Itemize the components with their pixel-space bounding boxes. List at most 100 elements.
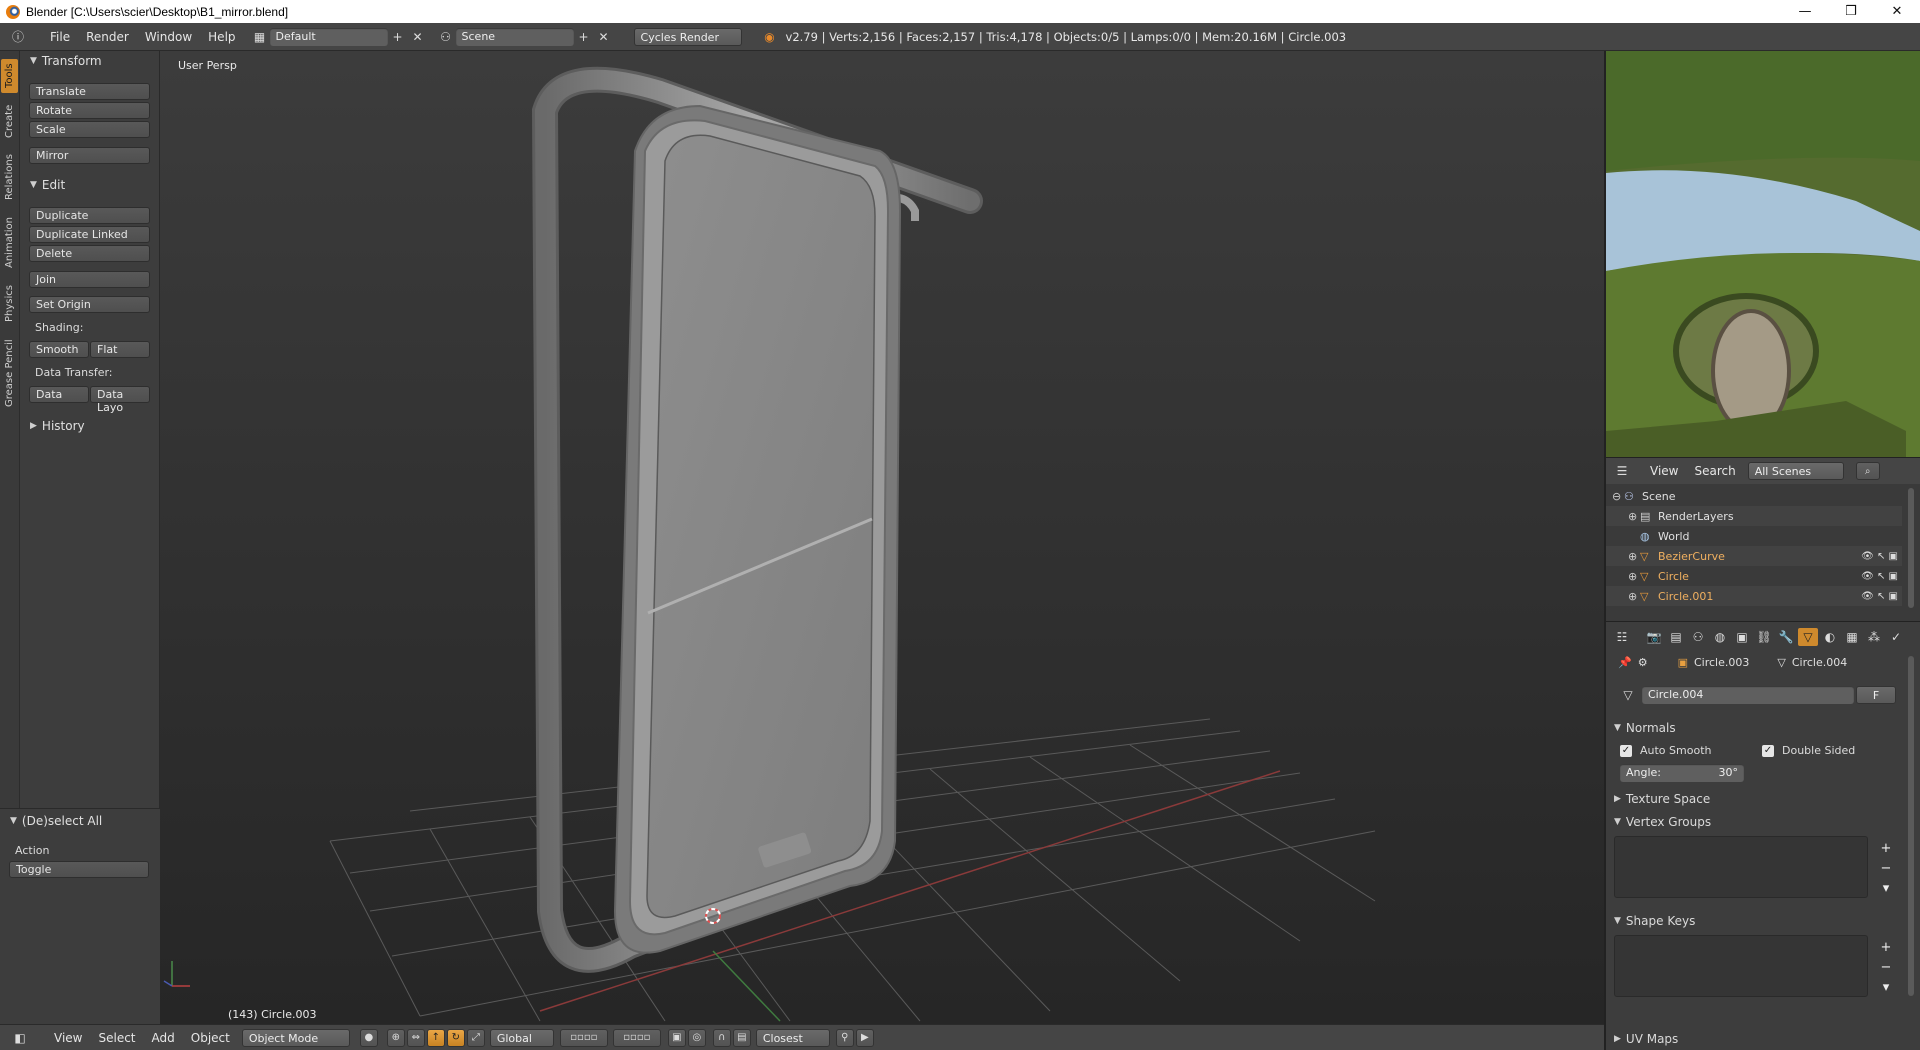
close-button[interactable]: ✕ xyxy=(1874,0,1920,23)
snap-target-dropdown[interactable]: Closest xyxy=(755,1028,830,1047)
outliner-item-world[interactable]: ◍ World xyxy=(1606,526,1902,546)
properties-editor-icon[interactable]: ☷ xyxy=(1612,628,1632,646)
texture-space-panel-header[interactable]: ▶ Texture Space xyxy=(1614,789,1710,809)
duplicate-linked-button[interactable]: Duplicate Linked xyxy=(29,226,150,243)
pin-icon[interactable]: 📌 xyxy=(1618,656,1632,669)
mode-dropdown[interactable]: Object Mode xyxy=(241,1028,350,1047)
normals-panel-header[interactable]: ▼ Normals xyxy=(1614,718,1676,738)
proportional-edit-icon[interactable]: ◎ xyxy=(687,1028,706,1047)
shape-keys-panel-header[interactable]: ▼ Shape Keys xyxy=(1614,911,1695,931)
render-tab-icon[interactable]: 📷 xyxy=(1644,628,1664,646)
outliner-menu-view[interactable]: View xyxy=(1642,464,1686,478)
translate-manipulator-icon[interactable]: ↑ xyxy=(426,1028,445,1047)
edit-panel-header[interactable]: ▼ Edit xyxy=(20,175,65,195)
rotate-button[interactable]: Rotate xyxy=(29,102,150,119)
action-dropdown[interactable]: Toggle xyxy=(9,861,149,878)
tab-create[interactable]: Create xyxy=(1,99,18,143)
delete-button[interactable]: Delete xyxy=(29,245,150,262)
screen-layout-field[interactable]: Default xyxy=(269,27,388,46)
world-tab-icon[interactable]: ◍ xyxy=(1710,628,1730,646)
editor-type-icon[interactable]: ◧ xyxy=(10,1029,30,1047)
reference-image-panel[interactable] xyxy=(1606,51,1920,457)
menu-render[interactable]: Render xyxy=(78,30,137,44)
vertex-groups-panel-header[interactable]: ▼ Vertex Groups xyxy=(1614,812,1711,832)
viewport-shading-icon[interactable]: ● xyxy=(359,1028,378,1047)
translate-button[interactable]: Translate xyxy=(29,83,150,100)
render-animation-icon[interactable]: ▶ xyxy=(855,1028,874,1047)
outliner-item-scene[interactable]: ⊖ ⚇ Scene xyxy=(1606,486,1902,506)
menu-window[interactable]: Window xyxy=(137,30,200,44)
constraints-tab-icon[interactable]: ⛓ xyxy=(1754,628,1774,646)
menu-object[interactable]: Object xyxy=(183,1031,238,1045)
add-shape-key-icon[interactable]: + xyxy=(1878,939,1894,955)
remove-scene-icon[interactable]: ✕ xyxy=(594,28,614,46)
maximize-button[interactable]: ❒ xyxy=(1828,0,1874,23)
menu-add[interactable]: Add xyxy=(144,1031,183,1045)
manipulator-toggle-icon[interactable]: ⇔ xyxy=(406,1028,425,1047)
set-origin-dropdown[interactable]: Set Origin xyxy=(29,296,150,313)
object-tab-icon[interactable]: ▣ xyxy=(1732,628,1752,646)
lock-layers-icon[interactable]: ▣ xyxy=(667,1028,686,1047)
outliner-item-beziercurve[interactable]: ⊕ ▽ BezierCurve 👁 ↖ ▣ xyxy=(1606,546,1902,566)
operator-panel-header[interactable]: ▼ (De)select All xyxy=(0,811,102,831)
tab-tools[interactable]: Tools xyxy=(1,59,18,93)
layers-row-2-icon[interactable]: ▫▫▫▫ xyxy=(612,1028,661,1047)
datablock-name-field[interactable]: Circle.004 xyxy=(1642,686,1854,704)
outliner-menu-search[interactable]: Search xyxy=(1686,464,1743,478)
scene-tab-icon[interactable]: ⚇ xyxy=(1688,628,1708,646)
add-scene-icon[interactable]: + xyxy=(574,28,594,46)
vertex-group-specials-icon[interactable]: ▾ xyxy=(1878,880,1894,896)
add-vertex-group-icon[interactable]: + xyxy=(1878,840,1894,856)
join-button[interactable]: Join xyxy=(29,271,150,288)
visibility-eye-icon[interactable]: 👁 ↖ ▣ xyxy=(1861,571,1898,582)
tab-physics[interactable]: Physics xyxy=(1,281,18,327)
info-editor-icon[interactable]: ⓘ xyxy=(8,28,28,46)
outliner-item-renderlayers[interactable]: ⊕ ▤ RenderLayers xyxy=(1606,506,1902,526)
smooth-button[interactable]: Smooth xyxy=(29,341,89,358)
uv-maps-panel-header[interactable]: ▶ UV Maps xyxy=(1614,1029,1678,1049)
auto-smooth-checkbox[interactable]: ✓ Auto Smooth xyxy=(1620,744,1711,757)
duplicate-button[interactable]: Duplicate xyxy=(29,207,150,224)
render-layers-tab-icon[interactable]: ▤ xyxy=(1666,628,1686,646)
outliner-item-circle[interactable]: ⊕ ▽ Circle 👁 ↖ ▣ xyxy=(1606,566,1902,586)
transform-orientation-dropdown[interactable]: Global xyxy=(489,1028,554,1047)
expand-toggle-icon[interactable]: ⊕ xyxy=(1628,590,1640,603)
snap-element-icon[interactable]: ▤ xyxy=(732,1028,751,1047)
scene-field[interactable]: Scene xyxy=(455,27,574,46)
mesh-browse-icon[interactable]: ▽ xyxy=(1618,686,1638,704)
flat-button[interactable]: Flat xyxy=(90,341,150,358)
snap-icon[interactable]: ∩ xyxy=(712,1028,731,1047)
material-tab-icon[interactable]: ◐ xyxy=(1820,628,1840,646)
menu-view[interactable]: View xyxy=(46,1031,90,1045)
rotate-manipulator-icon[interactable]: ↻ xyxy=(446,1028,465,1047)
tab-animation[interactable]: Animation xyxy=(1,211,18,275)
history-panel-header[interactable]: ▶ History xyxy=(20,416,85,436)
particles-tab-icon[interactable]: ⁂ xyxy=(1864,628,1884,646)
scale-manipulator-icon[interactable]: ⤢ xyxy=(466,1028,485,1047)
outliner-item-circle-001[interactable]: ⊕ ▽ Circle.001 👁 ↖ ▣ xyxy=(1606,586,1902,606)
menu-file[interactable]: File xyxy=(42,30,78,44)
data-layout-button[interactable]: Data Layo xyxy=(90,386,150,414)
menu-select[interactable]: Select xyxy=(90,1031,143,1045)
shape-key-specials-icon[interactable]: ▾ xyxy=(1878,979,1894,995)
vertex-groups-list[interactable] xyxy=(1614,836,1868,898)
properties-scrollbar[interactable] xyxy=(1908,656,1914,996)
expand-toggle-icon[interactable]: ⊕ xyxy=(1628,550,1640,563)
double-sided-checkbox[interactable]: ✓ Double Sided xyxy=(1762,744,1855,757)
angle-field[interactable]: Angle: 30° xyxy=(1620,764,1744,782)
mirror-button[interactable]: Mirror xyxy=(29,147,150,164)
fake-user-button[interactable]: F xyxy=(1856,686,1896,704)
visibility-eye-icon[interactable]: 👁 ↖ ▣ xyxy=(1861,551,1898,562)
remove-shape-key-icon[interactable]: − xyxy=(1878,959,1894,975)
texture-tab-icon[interactable]: ▦ xyxy=(1842,628,1862,646)
remove-vertex-group-icon[interactable]: − xyxy=(1878,860,1894,876)
expand-toggle-icon[interactable]: ⊕ xyxy=(1628,510,1640,523)
expand-toggle-icon[interactable]: ⊕ xyxy=(1628,570,1640,583)
render-engine-dropdown[interactable]: Cycles Render xyxy=(633,27,742,46)
screen-layout-icon[interactable]: ▦ xyxy=(250,28,270,46)
transform-panel-header[interactable]: ▼ Transform xyxy=(20,51,102,71)
tab-relations[interactable]: Relations xyxy=(1,149,18,205)
visibility-eye-icon[interactable]: 👁 ↖ ▣ xyxy=(1861,591,1898,602)
modifiers-tab-icon[interactable]: 🔧 xyxy=(1776,628,1796,646)
shape-keys-list[interactable] xyxy=(1614,935,1868,997)
